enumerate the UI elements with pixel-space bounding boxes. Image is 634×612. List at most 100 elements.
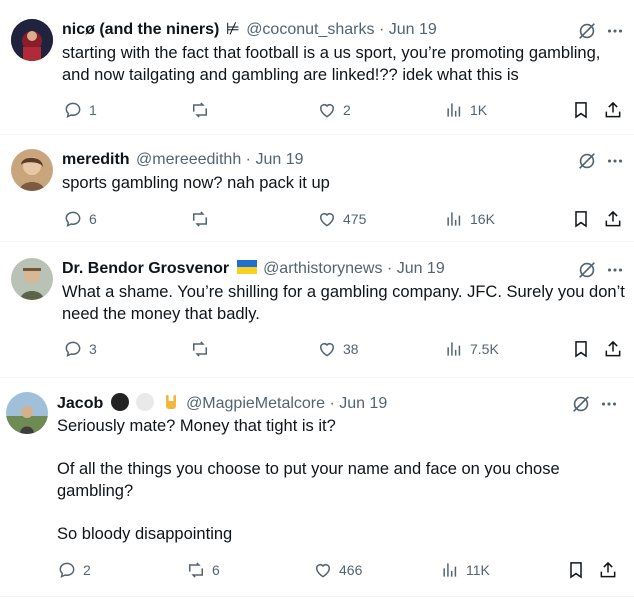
- grok-icon[interactable]: [576, 20, 598, 42]
- reply-button[interactable]: 1: [63, 99, 97, 121]
- reply-button[interactable]: 6: [63, 208, 97, 230]
- tweet-text: Seriously mate? Money that tight is it? …: [57, 417, 560, 543]
- bookmark-icon: [575, 211, 587, 228]
- tweet-date[interactable]: Jun 19: [389, 21, 437, 38]
- views-icon: [443, 563, 457, 577]
- grok-icon[interactable]: [576, 150, 598, 172]
- tweet-1[interactable]: nicø (and the niners) ⊭ @coconut_sharks …: [0, 0, 634, 134]
- views-button[interactable]: 1K: [444, 99, 487, 121]
- like-button[interactable]: 38: [317, 338, 359, 360]
- bookmark-button[interactable]: [571, 208, 591, 230]
- repost-button[interactable]: [190, 208, 216, 230]
- reply-count: 6: [89, 211, 97, 227]
- separator: ·: [245, 151, 251, 168]
- share-button[interactable]: [603, 99, 623, 121]
- repost-icon: [189, 562, 203, 578]
- tweet-text: sports gambling now? nah pack it up: [62, 174, 330, 192]
- author-handle[interactable]: @arthistorynews: [263, 260, 382, 277]
- author-name[interactable]: meredith: [62, 151, 130, 168]
- like-icon: [316, 564, 330, 578]
- author-handle[interactable]: @MagpieMetalcore: [186, 395, 325, 412]
- repost-icon: [193, 102, 207, 118]
- avatar[interactable]: [11, 149, 53, 191]
- more-icon[interactable]: [604, 259, 626, 281]
- share-icon: [605, 101, 621, 118]
- separator: ·: [386, 260, 393, 277]
- views-icon: [447, 342, 461, 356]
- share-icon: [600, 561, 616, 578]
- reply-button[interactable]: 3: [63, 338, 97, 360]
- author-name[interactable]: Jacob: [57, 395, 103, 412]
- bookmark-button[interactable]: [571, 99, 591, 121]
- black-circle-icon: [110, 393, 129, 411]
- like-button[interactable]: 466: [313, 559, 362, 581]
- tweet-text: What a shame. You’re shilling for a gamb…: [62, 283, 625, 323]
- share-icon: [605, 210, 621, 227]
- views-button[interactable]: 16K: [444, 208, 495, 230]
- reply-count: 1: [89, 102, 97, 118]
- separator: ·: [329, 395, 335, 412]
- reply-icon: [65, 341, 81, 358]
- more-icon[interactable]: [598, 393, 620, 415]
- share-button[interactable]: [603, 338, 623, 360]
- views-button[interactable]: 11K: [440, 559, 490, 581]
- views-count: 7.5K: [470, 341, 499, 357]
- reply-icon: [59, 562, 75, 579]
- name-emoji: ⊭: [225, 21, 240, 38]
- author-name[interactable]: nicø (and the niners): [62, 21, 219, 38]
- bookmark-icon: [575, 102, 587, 119]
- repost-button[interactable]: [190, 99, 216, 121]
- like-button[interactable]: 2: [317, 99, 351, 121]
- author-name[interactable]: Dr. Bendor Grosvenor: [62, 260, 229, 277]
- reply-count: 3: [89, 341, 97, 357]
- like-count: 2: [343, 102, 351, 118]
- like-icon: [320, 343, 334, 357]
- separator: ·: [378, 21, 385, 38]
- bookmark-button[interactable]: [571, 338, 591, 360]
- like-count: 466: [339, 562, 363, 578]
- repost-count: 6: [212, 562, 220, 578]
- bookmark-button[interactable]: [566, 559, 586, 581]
- like-count: 475: [343, 211, 367, 227]
- tweet-3[interactable]: Dr. Bendor Grosvenor @arthistorynews · J…: [0, 241, 634, 377]
- reply-icon: [65, 211, 81, 228]
- tweet-4[interactable]: Jacob @MagpieMetalcore · Jun 19 Seriousl…: [0, 377, 634, 612]
- avatar[interactable]: [11, 19, 53, 61]
- timeline: nicø (and the niners) ⊭ @coconut_sharks …: [0, 0, 634, 612]
- white-circle-icon: [136, 393, 155, 411]
- views-button[interactable]: 7.5K: [444, 338, 499, 360]
- tweet-date[interactable]: Jun 19: [397, 260, 445, 277]
- rock-hand-icon: [162, 393, 180, 411]
- grok-icon[interactable]: [570, 393, 592, 415]
- tweet-text: starting with the fact that football is …: [62, 44, 601, 84]
- views-count: 16K: [470, 211, 495, 227]
- reply-count: 2: [83, 562, 91, 578]
- like-icon: [320, 104, 334, 118]
- like-icon: [320, 213, 334, 227]
- tweet-2[interactable]: meredith @mereeedithh · Jun 19 sports ga…: [0, 134, 634, 241]
- avatar[interactable]: [6, 392, 48, 434]
- grok-icon[interactable]: [576, 259, 598, 281]
- tweet-date[interactable]: Jun 19: [339, 395, 387, 412]
- author-handle[interactable]: @mereeedithh: [136, 151, 241, 168]
- like-button[interactable]: 475: [317, 208, 366, 230]
- views-count: 11K: [466, 562, 490, 578]
- share-button[interactable]: [603, 208, 623, 230]
- bookmark-icon: [575, 341, 587, 358]
- views-icon: [447, 103, 461, 117]
- author-handle[interactable]: @coconut_sharks: [246, 21, 374, 38]
- views-count: 1K: [470, 102, 488, 118]
- repost-button[interactable]: 6: [186, 559, 220, 581]
- reply-icon: [65, 102, 81, 119]
- reply-button[interactable]: 2: [57, 559, 91, 581]
- share-button[interactable]: [598, 559, 618, 581]
- more-icon[interactable]: [604, 150, 626, 172]
- share-icon: [605, 340, 621, 357]
- avatar[interactable]: [11, 258, 53, 300]
- flag-icon: [236, 260, 257, 274]
- more-icon[interactable]: [604, 20, 626, 42]
- repost-icon: [193, 211, 207, 227]
- tweet-date[interactable]: Jun 19: [255, 151, 303, 168]
- repost-button[interactable]: [190, 338, 216, 360]
- like-count: 38: [343, 341, 359, 357]
